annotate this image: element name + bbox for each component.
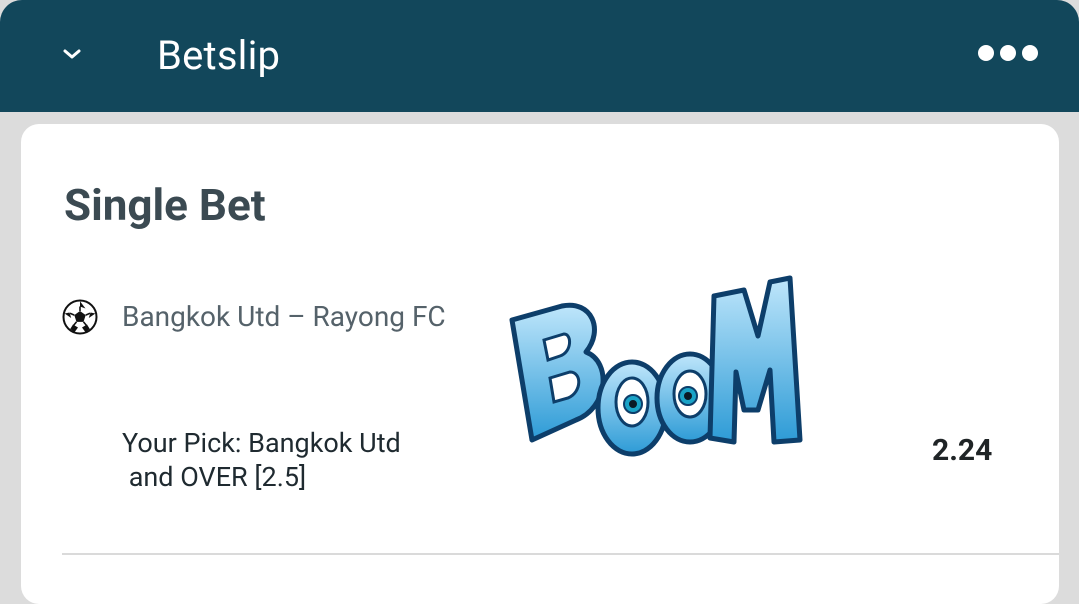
soccer-ball-icon <box>62 299 98 335</box>
your-pick: Your Pick: Bangkok Utd and OVER [2.5] <box>122 426 401 494</box>
pick-line-2: and OVER [2.5] <box>128 461 307 493</box>
more-horizontal-icon[interactable] <box>970 33 1046 73</box>
section-title: Single Bet <box>64 179 266 231</box>
betslip-header: Betslip <box>0 0 1079 112</box>
boom-sticker <box>500 270 810 485</box>
header-title: Betslip <box>157 32 281 79</box>
odds-value[interactable]: 2.24 <box>932 432 992 470</box>
pick-line-1: Your Pick: Bangkok Utd <box>122 427 401 459</box>
chevron-down-icon[interactable] <box>52 34 92 74</box>
event-name: Bangkok Utd – Rayong FC <box>122 300 446 333</box>
divider <box>62 553 1059 555</box>
